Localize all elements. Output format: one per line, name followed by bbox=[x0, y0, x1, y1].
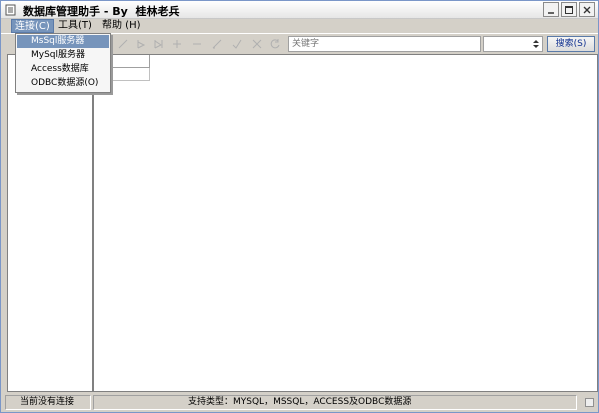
title-bar[interactable]: 数据库管理助手 - By 桂林老兵 bbox=[1, 1, 598, 19]
close-button[interactable] bbox=[579, 2, 595, 17]
next-record-icon[interactable] bbox=[153, 38, 165, 50]
maximize-button[interactable] bbox=[561, 2, 577, 17]
prev-record-icon[interactable] bbox=[135, 38, 147, 50]
grid-cell[interactable] bbox=[108, 68, 150, 81]
menu-help[interactable]: 帮助 (H) bbox=[99, 19, 144, 33]
database-tree-pane[interactable] bbox=[7, 54, 93, 392]
type-select[interactable] bbox=[483, 36, 543, 52]
maximize-icon bbox=[565, 5, 573, 14]
minimize-icon bbox=[548, 11, 554, 14]
post-icon[interactable] bbox=[231, 38, 243, 50]
connect-dropdown-menu: MsSql服务器 MySql服务器 Access数据库 ODBC数据源(O) bbox=[15, 33, 111, 93]
dropdown-item-access[interactable]: Access数据库 bbox=[17, 63, 109, 76]
app-window: 数据库管理助手 - By 桂林老兵 连接(C) 工具(T) 帮助 (H) 关键字… bbox=[0, 0, 599, 413]
minimize-button[interactable] bbox=[543, 2, 559, 17]
supported-types-status: 支持类型：MYSQL，MSSQL，ACCESS及ODBC数据源 bbox=[93, 395, 577, 410]
keyword-input[interactable] bbox=[288, 36, 481, 52]
menu-connect[interactable]: 连接(C) bbox=[11, 19, 54, 33]
menu-bar: 连接(C) 工具(T) 帮助 (H) bbox=[1, 19, 598, 33]
select-arrows-icon bbox=[533, 40, 539, 48]
edit-icon[interactable] bbox=[211, 38, 223, 50]
window-title: 数据库管理助手 - By 桂林老兵 bbox=[23, 5, 180, 18]
cancel-icon[interactable] bbox=[251, 38, 263, 50]
refresh-icon[interactable] bbox=[269, 38, 281, 50]
data-grid-pane[interactable] bbox=[93, 54, 598, 392]
app-database-icon bbox=[5, 4, 16, 16]
first-record-icon[interactable] bbox=[117, 38, 129, 50]
dropdown-item-odbc[interactable]: ODBC数据源(O) bbox=[17, 77, 109, 90]
connection-status: 当前没有连接 bbox=[5, 395, 91, 410]
close-icon bbox=[583, 6, 591, 13]
insert-icon[interactable] bbox=[171, 38, 183, 50]
resize-grip[interactable] bbox=[585, 398, 594, 407]
dropdown-item-mysql[interactable]: MySql服务器 bbox=[17, 49, 109, 62]
dropdown-item-mssql[interactable]: MsSql服务器 bbox=[17, 35, 109, 48]
status-bar: 当前没有连接 支持类型：MYSQL，MSSQL，ACCESS及ODBC数据源 bbox=[1, 393, 598, 412]
search-button[interactable]: 搜索(S) bbox=[547, 36, 595, 52]
delete-icon[interactable] bbox=[191, 38, 203, 50]
menu-tools[interactable]: 工具(T) bbox=[55, 19, 95, 33]
